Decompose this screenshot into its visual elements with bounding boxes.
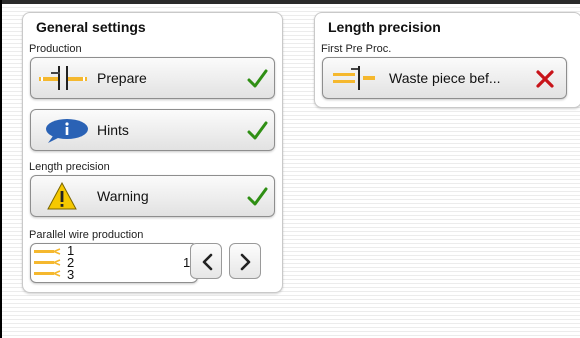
production-button[interactable]: Prepare <box>30 57 275 99</box>
hints-button[interactable]: Hints <box>30 109 275 151</box>
next-button[interactable] <box>229 243 261 279</box>
general-settings-panel: General settings Production Prepare Hint… <box>22 12 283 293</box>
parallel-wire-label: Parallel wire production <box>29 229 144 241</box>
chevron-left-icon <box>202 253 213 271</box>
wire-prepare-icon <box>37 64 89 97</box>
chevron-right-icon <box>240 253 251 271</box>
wire-number-3: 3 <box>67 267 75 282</box>
first-pre-proc-value: Waste piece bef... <box>389 70 501 86</box>
length-precision-button[interactable]: Warning <box>30 175 275 217</box>
first-pre-proc-label: First Pre Proc. <box>321 43 392 55</box>
checkmark-icon <box>246 186 268 208</box>
speech-bubble-info-icon <box>45 118 89 149</box>
parallel-wires-icon <box>33 246 63 287</box>
close-x-icon <box>534 68 556 90</box>
previous-button[interactable] <box>190 243 222 279</box>
length-precision-value: Warning <box>97 188 149 204</box>
production-label: Production <box>29 43 82 55</box>
length-precision-panel: Length precision First Pre Proc. Waste p… <box>314 12 580 108</box>
panel-title: General settings <box>36 19 146 35</box>
first-pre-proc-button[interactable]: Waste piece bef... <box>322 57 567 99</box>
top-border <box>0 0 580 4</box>
panel-title: Length precision <box>328 19 441 35</box>
left-border <box>0 0 2 338</box>
hints-value: Hints <box>97 122 129 138</box>
length-precision-label: Length precision <box>29 161 110 173</box>
checkmark-icon <box>246 68 268 90</box>
waste-piece-icon <box>331 64 379 97</box>
warning-triangle-icon <box>47 181 77 215</box>
screen: General settings Production Prepare Hint… <box>0 0 580 338</box>
production-value: Prepare <box>97 70 147 86</box>
checkmark-icon <box>246 120 268 142</box>
parallel-wire-field[interactable]: 1 2 3 1 <box>30 243 198 283</box>
